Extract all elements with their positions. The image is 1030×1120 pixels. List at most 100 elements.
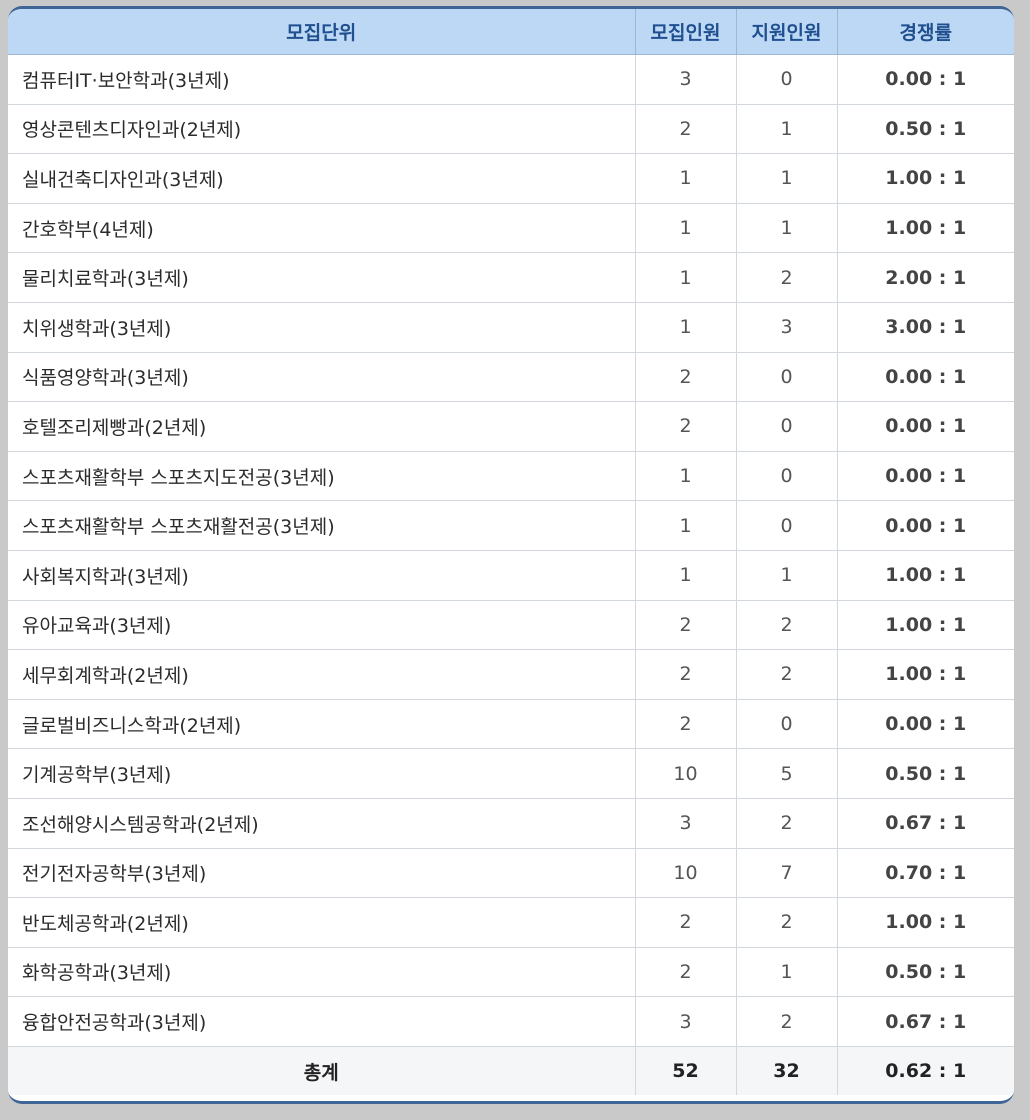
- cell-unit: 영상콘텐츠디자인과(2년제): [8, 104, 635, 155]
- cell-unit: 간호학부(4년제): [8, 203, 635, 254]
- cell-unit: 글로벌비즈니스학과(2년제): [8, 699, 635, 750]
- cell-applicants: 7: [735, 848, 837, 899]
- cell-quota: 1: [634, 153, 736, 204]
- total-label: 총계: [8, 1046, 635, 1096]
- cell-quota: 3: [634, 54, 736, 105]
- admission-table-container: 모집단위 모집인원 지원인원 경쟁률 컴퓨터IT·보안학과(3년제) 3 0 0.00…: [8, 6, 1014, 1104]
- table-row: 융합안전공학과(3년제) 3 2 0.67 : 1: [8, 996, 1014, 1047]
- cell-unit: 실내건축디자인과(3년제): [8, 153, 635, 204]
- cell-applicants: 0: [735, 451, 837, 502]
- cell-quota: 3: [634, 996, 736, 1047]
- cell-quota: 1: [634, 451, 736, 502]
- table-row: 치위생학과(3년제) 1 3 3.00 : 1: [8, 302, 1014, 353]
- cell-unit: 물리치료학과(3년제): [8, 252, 635, 303]
- cell-ratio: 0.50 : 1: [836, 748, 1014, 799]
- table-row: 호텔조리제빵과(2년제) 2 0 0.00 : 1: [8, 401, 1014, 452]
- cell-unit: 치위생학과(3년제): [8, 302, 635, 353]
- cell-applicants: 1: [735, 203, 837, 254]
- cell-quota: 1: [634, 550, 736, 601]
- cell-unit: 반도체공학과(2년제): [8, 897, 635, 948]
- cell-applicants: 2: [735, 252, 837, 303]
- table-row: 글로벌비즈니스학과(2년제) 2 0 0.00 : 1: [8, 699, 1014, 750]
- cell-applicants: 2: [735, 996, 837, 1047]
- table-row: 기계공학부(3년제) 10 5 0.50 : 1: [8, 748, 1014, 799]
- cell-quota: 3: [634, 798, 736, 849]
- cell-applicants: 0: [735, 352, 837, 403]
- cell-quota: 1: [634, 252, 736, 303]
- cell-quota: 2: [634, 401, 736, 452]
- cell-ratio: 0.67 : 1: [836, 996, 1014, 1047]
- cell-applicants: 1: [735, 153, 837, 204]
- table-row: 스포츠재활학부 스포츠지도전공(3년제) 1 0 0.00 : 1: [8, 451, 1014, 502]
- header-ratio: 경쟁률: [836, 9, 1014, 55]
- cell-quota: 10: [634, 848, 736, 899]
- cell-ratio: 1.00 : 1: [836, 649, 1014, 700]
- table-row: 반도체공학과(2년제) 2 2 1.00 : 1: [8, 897, 1014, 948]
- cell-unit: 화학공학과(3년제): [8, 947, 635, 998]
- cell-applicants: 2: [735, 798, 837, 849]
- cell-applicants: 0: [735, 500, 837, 551]
- cell-unit: 기계공학부(3년제): [8, 748, 635, 799]
- admission-competition-table: 모집단위 모집인원 지원인원 경쟁률 컴퓨터IT·보안학과(3년제) 3 0 0.00…: [8, 9, 1014, 1096]
- cell-quota: 2: [634, 897, 736, 948]
- cell-ratio: 3.00 : 1: [836, 302, 1014, 353]
- cell-applicants: 5: [735, 748, 837, 799]
- cell-ratio: 1.00 : 1: [836, 550, 1014, 601]
- table-body: 컴퓨터IT·보안학과(3년제) 3 0 0.00 : 1 영상콘텐츠디자인과(2년제) 2…: [8, 54, 1014, 1047]
- cell-ratio: 0.00 : 1: [836, 500, 1014, 551]
- cell-unit: 전기전자공학부(3년제): [8, 848, 635, 899]
- cell-unit: 식품영양학과(3년제): [8, 352, 635, 403]
- table-row: 사회복지학과(3년제) 1 1 1.00 : 1: [8, 550, 1014, 601]
- table-row: 스포츠재활학부 스포츠재활전공(3년제) 1 0 0.00 : 1: [8, 500, 1014, 551]
- table-header-row: 모집단위 모집인원 지원인원 경쟁률: [8, 9, 1014, 55]
- cell-ratio: 0.50 : 1: [836, 104, 1014, 155]
- cell-ratio: 0.50 : 1: [836, 947, 1014, 998]
- cell-unit: 융합안전공학과(3년제): [8, 996, 635, 1047]
- cell-ratio: 0.67 : 1: [836, 798, 1014, 849]
- table-row: 간호학부(4년제) 1 1 1.00 : 1: [8, 203, 1014, 254]
- table-row: 실내건축디자인과(3년제) 1 1 1.00 : 1: [8, 153, 1014, 204]
- cell-unit: 호텔조리제빵과(2년제): [8, 401, 635, 452]
- cell-quota: 1: [634, 203, 736, 254]
- cell-ratio: 1.00 : 1: [836, 600, 1014, 651]
- table-row: 식품영양학과(3년제) 2 0 0.00 : 1: [8, 352, 1014, 403]
- cell-ratio: 0.00 : 1: [836, 401, 1014, 452]
- cell-ratio: 1.00 : 1: [836, 153, 1014, 204]
- cell-applicants: 1: [735, 550, 837, 601]
- cell-quota: 2: [634, 600, 736, 651]
- cell-applicants: 1: [735, 947, 837, 998]
- cell-quota: 1: [634, 302, 736, 353]
- table-row: 화학공학과(3년제) 2 1 0.50 : 1: [8, 947, 1014, 998]
- table-row: 전기전자공학부(3년제) 10 7 0.70 : 1: [8, 848, 1014, 899]
- table-row: 조선해양시스템공학과(2년제) 3 2 0.67 : 1: [8, 798, 1014, 849]
- cell-unit: 스포츠재활학부 스포츠지도전공(3년제): [8, 451, 635, 502]
- cell-ratio: 0.00 : 1: [836, 451, 1014, 502]
- cell-quota: 2: [634, 352, 736, 403]
- cell-applicants: 3: [735, 302, 837, 353]
- table-total-row: 총계 52 32 0.62 : 1: [8, 1046, 1014, 1096]
- cell-ratio: 0.00 : 1: [836, 54, 1014, 105]
- table-row: 컴퓨터IT·보안학과(3년제) 3 0 0.00 : 1: [8, 54, 1014, 105]
- table-row: 영상콘텐츠디자인과(2년제) 2 1 0.50 : 1: [8, 104, 1014, 155]
- cell-ratio: 2.00 : 1: [836, 252, 1014, 303]
- cell-unit: 사회복지학과(3년제): [8, 550, 635, 601]
- total-quota: 52: [634, 1046, 736, 1096]
- cell-ratio: 1.00 : 1: [836, 897, 1014, 948]
- cell-applicants: 0: [735, 54, 837, 105]
- total-ratio: 0.62 : 1: [836, 1046, 1014, 1096]
- cell-applicants: 0: [735, 699, 837, 750]
- table-row: 유아교육과(3년제) 2 2 1.00 : 1: [8, 600, 1014, 651]
- cell-unit: 컴퓨터IT·보안학과(3년제): [8, 54, 635, 105]
- cell-unit: 세무회계학과(2년제): [8, 649, 635, 700]
- cell-unit: 유아교육과(3년제): [8, 600, 635, 651]
- cell-quota: 2: [634, 947, 736, 998]
- cell-quota: 2: [634, 104, 736, 155]
- cell-applicants: 0: [735, 401, 837, 452]
- table-row: 물리치료학과(3년제) 1 2 2.00 : 1: [8, 252, 1014, 303]
- cell-applicants: 1: [735, 104, 837, 155]
- total-applicants: 32: [735, 1046, 837, 1096]
- cell-applicants: 2: [735, 649, 837, 700]
- cell-ratio: 0.00 : 1: [836, 699, 1014, 750]
- cell-quota: 2: [634, 649, 736, 700]
- cell-ratio: 1.00 : 1: [836, 203, 1014, 254]
